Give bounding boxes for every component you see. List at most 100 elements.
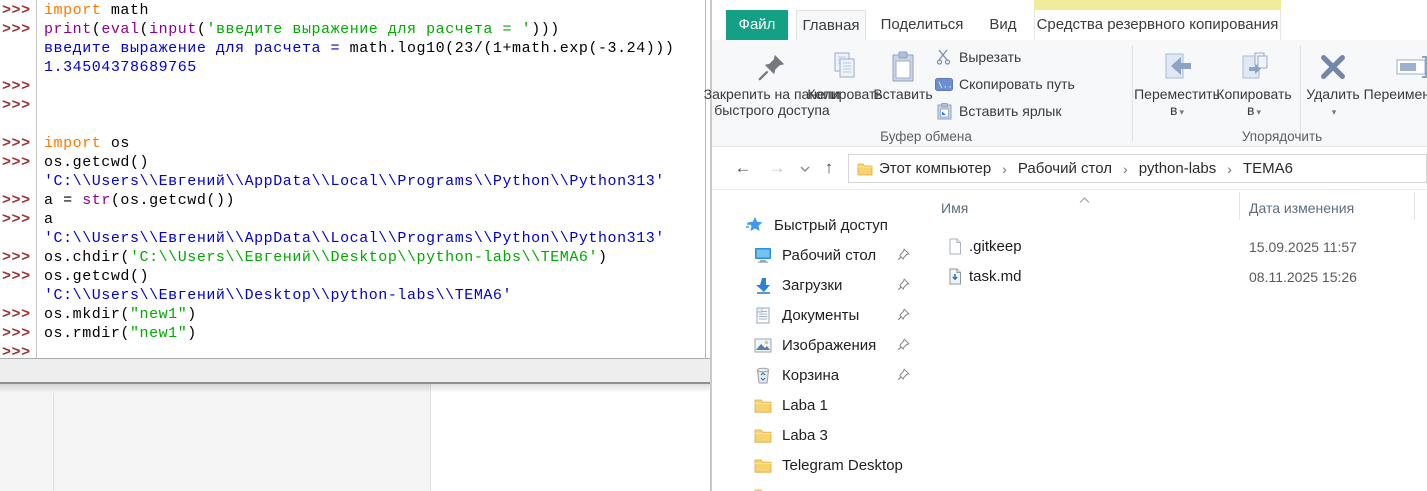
quick-access-icon xyxy=(746,216,764,234)
column-divider[interactable] xyxy=(1239,192,1240,220)
paste-shortcut-button[interactable]: Вставить ярлык xyxy=(934,98,1061,124)
copy-to-button[interactable]: Копировать в▾ xyxy=(1212,43,1296,131)
breadcrumb-item[interactable]: Рабочий стол xyxy=(1016,160,1114,177)
file-name: task.md xyxy=(969,262,1022,292)
nav-item-label: Telegram Desktop xyxy=(782,457,903,474)
file-name: .gitkeep xyxy=(969,232,1022,262)
copy-label: Копировать xyxy=(807,86,882,102)
tab-home[interactable]: Главная xyxy=(796,10,866,40)
paste-shortcut-icon xyxy=(934,103,954,120)
console-line: import math xyxy=(44,1,705,20)
move-to-button[interactable]: Переместить в▾ xyxy=(1139,43,1215,131)
delete-label: Удалить xyxy=(1306,86,1359,102)
pin-small-icon xyxy=(897,308,911,322)
nav-item-загрузки[interactable]: Загрузки xyxy=(712,270,939,300)
rename-label: Переименовать xyxy=(1364,86,1427,102)
console-line: a xyxy=(44,210,705,229)
tab-file[interactable]: Файл xyxy=(726,10,788,40)
move-to-icon xyxy=(1161,48,1193,86)
history-chevron-icon[interactable] xyxy=(796,155,814,181)
delete-icon xyxy=(1318,48,1348,86)
nav-item-label: Корзина xyxy=(782,367,839,384)
nav-item-label: Быстрый доступ xyxy=(774,217,888,234)
breadcrumb-item[interactable]: Этот компьютер xyxy=(877,160,993,177)
console-prompt: >>> xyxy=(0,1,36,20)
column-divider[interactable] xyxy=(1414,192,1415,220)
background-window-left xyxy=(0,384,430,491)
cut-button[interactable]: Вырезать xyxy=(934,44,1021,70)
console-line: 'C:\\Users\\Евгений\\AppData\\Local\\Pro… xyxy=(44,172,705,191)
file-list: Имя Дата изменения .gitkeep 15.09.2025 11… xyxy=(939,190,1427,491)
nav-item-рабочий-стол[interactable]: Рабочий стол xyxy=(712,240,939,270)
breadcrumb-chevron-icon: › xyxy=(1218,161,1241,177)
svg-text:\..: \.. xyxy=(938,80,952,89)
up-icon[interactable]: ↑ xyxy=(816,155,842,181)
forward-icon[interactable]: → xyxy=(764,155,790,181)
rename-button[interactable]: Переименовать xyxy=(1360,43,1427,131)
move-to-label: Переместить xyxy=(1134,86,1220,102)
ribbon-tab-bar: Файл Главная Поделиться Вид Средства рез… xyxy=(712,0,1427,40)
nav-item-изображения[interactable]: Изображения xyxy=(712,330,939,360)
console-line: 'C:\\Users\\Евгений\\AppData\\Local\\Pro… xyxy=(44,229,705,248)
folder-icon xyxy=(754,396,772,414)
nav-item-label: Изображения xyxy=(782,337,876,354)
paste-shortcut-label: Вставить ярлык xyxy=(959,103,1061,119)
nav-item-label: Рабочий стол xyxy=(782,247,876,264)
column-header-name[interactable]: Имя xyxy=(941,200,968,216)
file-row-.gitkeep[interactable]: .gitkeep 15.09.2025 11:57 xyxy=(939,232,1427,262)
nav-item-label: Документы xyxy=(782,307,859,324)
pin-icon xyxy=(757,48,787,86)
contextual-tab-highlight xyxy=(1034,0,1281,10)
nav-item-laba-3[interactable]: Laba 3 xyxy=(712,420,939,450)
background-divider xyxy=(53,393,54,491)
copy-button[interactable]: Копировать xyxy=(812,43,878,131)
pictures-icon xyxy=(754,336,772,354)
folder-icon xyxy=(754,426,772,444)
navigation-pane: Быстрый доступ Рабочий стол Загрузки Докуме… xyxy=(712,190,939,491)
paste-button[interactable]: Вставить xyxy=(876,43,930,131)
console-prompt xyxy=(0,39,36,58)
pin-small-icon xyxy=(897,338,911,352)
sort-asc-icon[interactable] xyxy=(1079,190,1090,208)
console-prompt xyxy=(0,229,36,248)
delete-button[interactable]: Удалить ▾ xyxy=(1304,43,1362,131)
column-header-modified[interactable]: Дата изменения xyxy=(1249,200,1354,216)
pin-small-icon xyxy=(897,278,911,292)
paste-label: Вставить xyxy=(873,86,932,102)
shell-text-area[interactable]: import mathprint(eval(input('введите выр… xyxy=(38,0,705,358)
nav-item-быстрый-доступ[interactable]: Быстрый доступ xyxy=(712,210,939,240)
console-line: a = str(os.getcwd()) xyxy=(44,191,705,210)
nav-item-telegram-desktop[interactable]: Telegram Desktop xyxy=(712,450,939,480)
tab-backup-tools[interactable]: Средства резервного копирования xyxy=(1034,10,1281,40)
console-line: os.rmdir("new1") xyxy=(44,324,705,343)
organize-group-label: Упорядочить xyxy=(1142,128,1422,146)
breadcrumb-item[interactable]: python-labs xyxy=(1137,160,1219,177)
file-modified-date: 15.09.2025 11:57 xyxy=(1249,232,1357,262)
address-folder-icon xyxy=(857,162,873,176)
downloads-icon xyxy=(754,276,772,294)
nav-item-laba-1[interactable]: Laba 1 xyxy=(712,390,939,420)
copy-path-button[interactable]: \.. Скопировать путь xyxy=(934,71,1075,97)
paste-icon xyxy=(890,48,916,86)
console-prompt: >>> xyxy=(0,248,36,267)
tab-view[interactable]: Вид xyxy=(978,10,1028,40)
file-row-task.md[interactable]: task.md 08.11.2025 15:26 xyxy=(939,262,1427,292)
nav-item-label: Laba 3 xyxy=(782,427,828,444)
tab-share[interactable]: Поделиться xyxy=(878,10,966,40)
nav-item-корзина[interactable]: Корзина xyxy=(712,360,939,390)
nav-item-partial[interactable] xyxy=(712,480,939,491)
markdown-file-icon xyxy=(947,268,964,285)
console-line: 'C:\\Users\\Евгений\\Desktop\\python-lab… xyxy=(44,286,705,305)
console-prompt: >>> xyxy=(0,77,36,96)
nav-item-документы[interactable]: Документы xyxy=(712,300,939,330)
file-modified-date: 08.11.2025 15:26 xyxy=(1249,262,1357,292)
console-line xyxy=(44,343,705,358)
file-explorer-window: Файл Главная Поделиться Вид Средства рез… xyxy=(710,0,1427,491)
move-to-label-2: в xyxy=(1170,102,1177,118)
breadcrumb-item[interactable]: TEMA6 xyxy=(1241,160,1295,177)
copy-icon xyxy=(831,48,859,86)
dropdown-caret-icon: ▾ xyxy=(1332,107,1337,117)
console-line: os.mkdir("new1") xyxy=(44,305,705,324)
address-input[interactable]: Этот компьютер›Рабочий стол›python-labs›… xyxy=(848,154,1427,183)
back-icon[interactable]: ← xyxy=(730,155,756,181)
